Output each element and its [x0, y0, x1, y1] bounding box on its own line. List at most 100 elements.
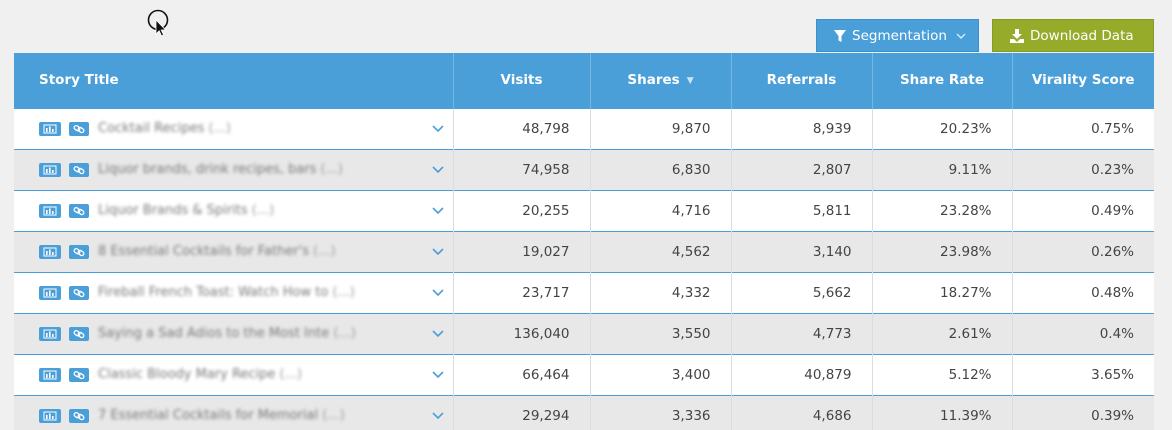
story-title[interactable]: 7 Essential Cocktails for Memorial (...)	[98, 408, 345, 423]
shares-cell: 9,870	[590, 107, 732, 149]
story-title-ellipsis: (...)	[332, 285, 355, 300]
table-header-row: Story Title Visits Shares ▼ Referrals Sha…	[14, 53, 1154, 108]
bar-chart-icon	[39, 162, 61, 177]
visits-cell: 74,958	[453, 148, 591, 190]
story-title-cell: Liquor brands, drink recipes, bars (...)	[14, 148, 454, 190]
share-rate-cell: 2.61%	[872, 312, 1013, 354]
virality-score-cell: 0.4%	[1012, 312, 1154, 354]
stats-button[interactable]	[39, 408, 61, 423]
stats-button[interactable]	[39, 162, 61, 177]
share-rate-cell: 18.27%	[872, 271, 1013, 313]
visits-cell: 66,464	[453, 353, 591, 395]
header-story-title[interactable]: Story Title	[14, 53, 454, 108]
open-link-button[interactable]	[69, 121, 89, 136]
link-icon	[69, 367, 89, 382]
chevron-down-icon[interactable]	[431, 326, 445, 340]
chevron-down-icon	[956, 33, 966, 39]
chevron-down-icon[interactable]	[431, 203, 445, 217]
story-title-ellipsis: (...)	[208, 121, 231, 136]
story-title-text: Classic Bloody Mary Recipe	[98, 367, 276, 382]
story-title-cell: 7 Essential Cocktails for Memorial (...)	[14, 394, 454, 430]
story-title[interactable]: Fireball French Toast: Watch How to (...)	[98, 285, 355, 300]
table-row[interactable]: Cocktail Recipes (...) 48,798 9,870 8,939 20.…	[14, 107, 1154, 149]
mouse-cursor-icon	[147, 9, 169, 37]
header-virality-score[interactable]: Virality Score	[1012, 53, 1154, 108]
header-referrals[interactable]: Referrals	[731, 53, 873, 108]
open-link-button[interactable]	[69, 162, 89, 177]
open-link-button[interactable]	[69, 203, 89, 218]
chevron-down-icon[interactable]	[431, 162, 445, 176]
stats-button[interactable]	[39, 285, 61, 300]
header-visits[interactable]: Visits	[453, 53, 591, 108]
virality-score-cell: 0.48%	[1012, 271, 1154, 313]
story-title-cell: Classic Bloody Mary Recipe (...)	[14, 353, 454, 395]
link-icon	[69, 121, 89, 136]
open-link-button[interactable]	[69, 244, 89, 259]
shares-cell: 3,336	[590, 394, 732, 430]
virality-score-cell: 0.23%	[1012, 148, 1154, 190]
table-row[interactable]: Liquor brands, drink recipes, bars (...) 7…	[14, 148, 1154, 190]
table-row[interactable]: 7 Essential Cocktails for Memorial (...) 2…	[14, 394, 1154, 430]
story-title[interactable]: Classic Bloody Mary Recipe (...)	[98, 367, 302, 382]
bar-chart-icon	[39, 367, 61, 382]
table-row[interactable]: Liquor Brands & Spirits (...) 20,255 4,716 5…	[14, 189, 1154, 231]
stats-button[interactable]	[39, 203, 61, 218]
header-share-rate[interactable]: Share Rate	[872, 53, 1013, 108]
table-row[interactable]: 8 Essential Cocktails for Father's (...) 1…	[14, 230, 1154, 272]
stats-button[interactable]	[39, 121, 61, 136]
shares-cell: 3,400	[590, 353, 732, 395]
header-shares[interactable]: Shares ▼	[590, 53, 732, 108]
open-link-button[interactable]	[69, 285, 89, 300]
virality-score-cell: 0.75%	[1012, 107, 1154, 149]
shares-cell: 4,716	[590, 189, 732, 231]
story-title[interactable]: Liquor brands, drink recipes, bars (...)	[98, 162, 343, 177]
bar-chart-icon	[39, 203, 61, 218]
open-link-button[interactable]	[69, 367, 89, 382]
story-title[interactable]: Liquor Brands & Spirits (...)	[98, 203, 274, 218]
virality-score-cell: 0.49%	[1012, 189, 1154, 231]
share-rate-cell: 23.28%	[872, 189, 1013, 231]
visits-cell: 136,040	[453, 312, 591, 354]
story-title-text: Liquor brands, drink recipes, bars	[98, 162, 317, 177]
chevron-down-icon[interactable]	[431, 121, 445, 135]
table-row[interactable]: Saying a Sad Adios to the Most Inte (...)…	[14, 312, 1154, 354]
open-link-button[interactable]	[69, 408, 89, 423]
chevron-down-icon[interactable]	[431, 408, 445, 422]
chevron-down-icon[interactable]	[431, 285, 445, 299]
link-icon	[69, 203, 89, 218]
stats-button[interactable]	[39, 244, 61, 259]
visits-cell: 48,798	[453, 107, 591, 149]
chevron-down-icon[interactable]	[431, 244, 445, 258]
story-title-text: Saying a Sad Adios to the Most Inte	[98, 326, 330, 341]
sort-desc-icon: ▼	[686, 76, 694, 87]
table-row[interactable]: Fireball French Toast: Watch How to (...)…	[14, 271, 1154, 313]
table-row[interactable]: Classic Bloody Mary Recipe (...) 66,464 3,4…	[14, 353, 1154, 395]
header-shares-label: Shares	[627, 72, 680, 89]
link-icon	[69, 285, 89, 300]
story-title-ellipsis: (...)	[333, 326, 356, 341]
bar-chart-icon	[39, 285, 61, 300]
referrals-cell: 8,939	[731, 107, 873, 149]
stats-button[interactable]	[39, 326, 61, 341]
story-title[interactable]: Saying a Sad Adios to the Most Inte (...)	[98, 326, 356, 341]
stories-table: Story Title Visits Shares ▼ Referrals Sha…	[14, 53, 1154, 430]
open-link-button[interactable]	[69, 326, 89, 341]
share-rate-cell: 5.12%	[872, 353, 1013, 395]
stats-button[interactable]	[39, 367, 61, 382]
link-icon	[69, 326, 89, 341]
story-title-ellipsis: (...)	[320, 162, 343, 177]
visits-cell: 19,027	[453, 230, 591, 272]
story-title-text: Fireball French Toast: Watch How to	[98, 285, 329, 300]
story-title-cell: Fireball French Toast: Watch How to (...)	[14, 271, 454, 313]
shares-cell: 6,830	[590, 148, 732, 190]
download-data-button[interactable]: Download Data	[992, 19, 1154, 52]
referrals-cell: 4,773	[731, 312, 873, 354]
shares-cell: 4,332	[590, 271, 732, 313]
virality-score-cell: 0.26%	[1012, 230, 1154, 272]
story-title[interactable]: 8 Essential Cocktails for Father's (...)	[98, 244, 336, 259]
segmentation-button[interactable]: Segmentation	[816, 19, 979, 52]
story-title[interactable]: Cocktail Recipes (...)	[98, 121, 231, 136]
chevron-down-icon[interactable]	[431, 367, 445, 381]
visits-cell: 29,294	[453, 394, 591, 430]
share-rate-cell: 11.39%	[872, 394, 1013, 430]
